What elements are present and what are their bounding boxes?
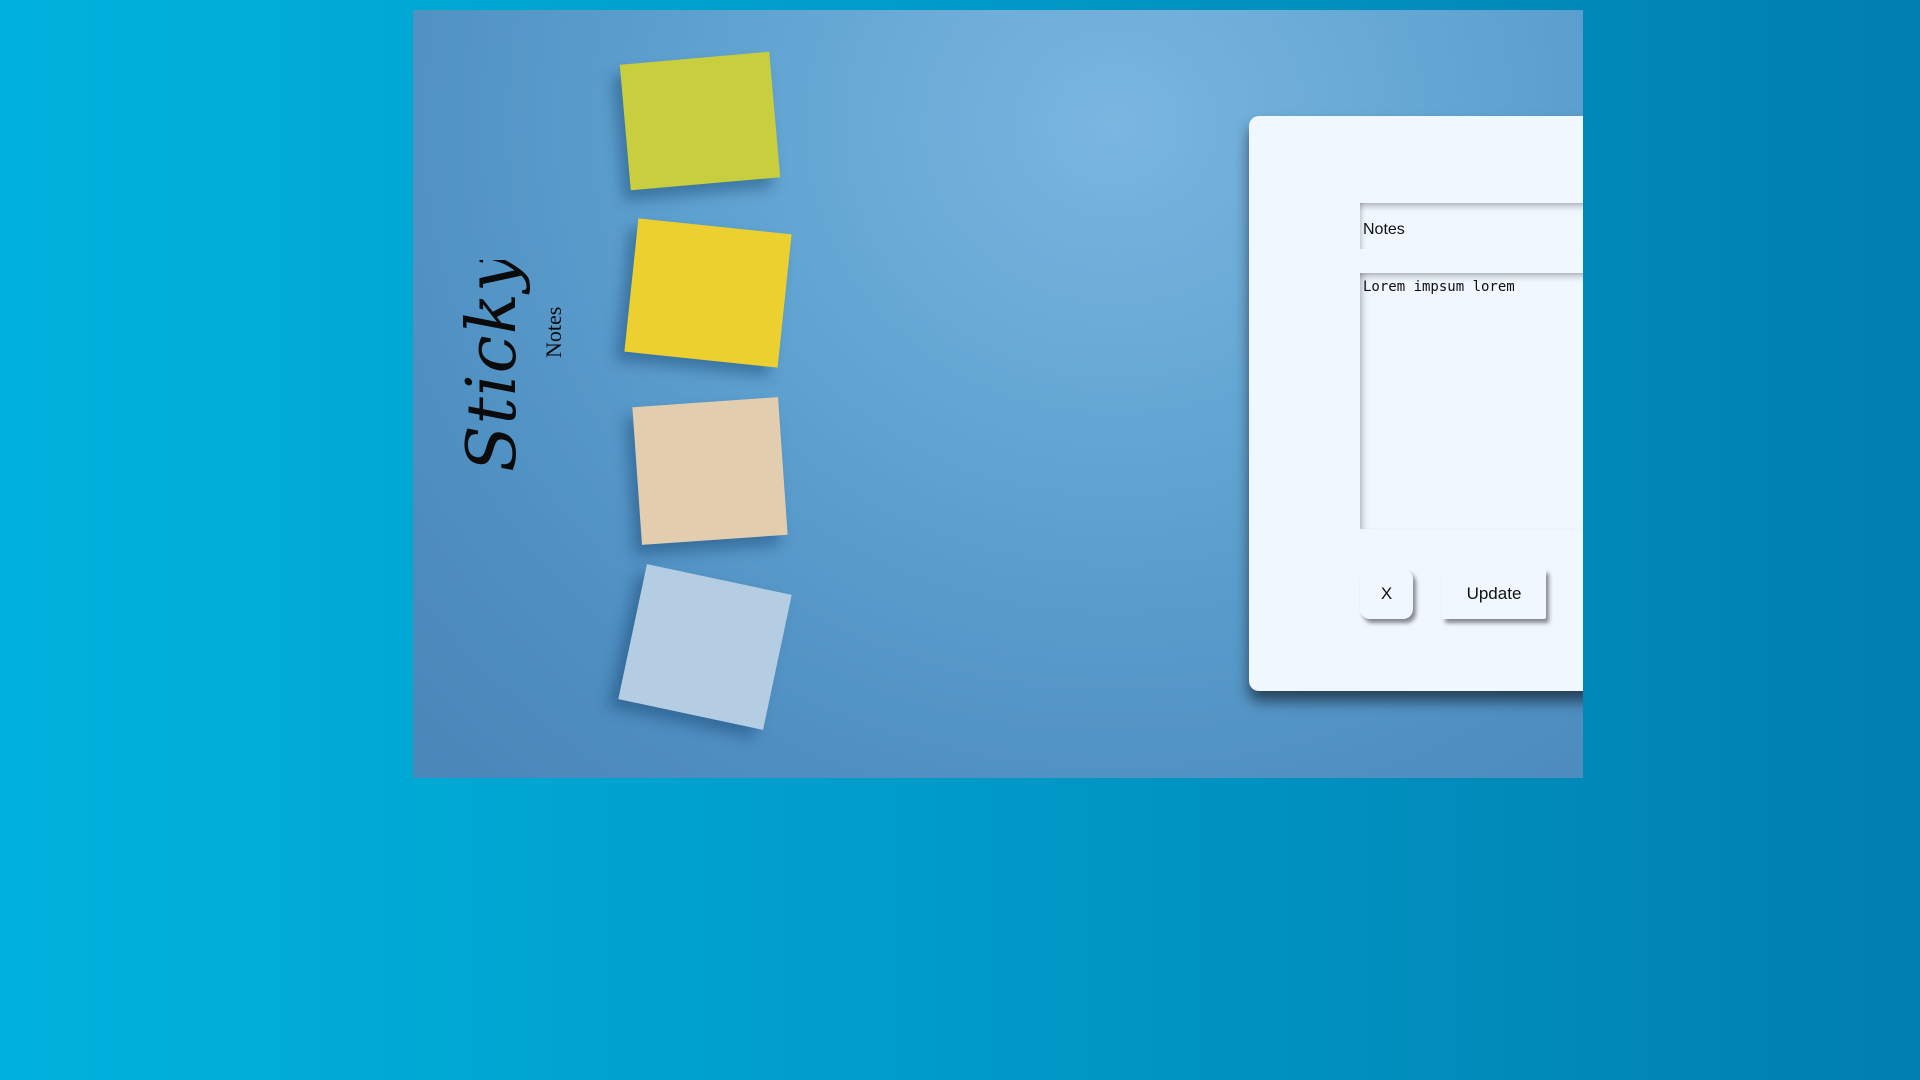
logo-notes-word: Notes: [541, 307, 566, 358]
sticky-note-beige: [632, 397, 788, 545]
hero-banner: Sticky Notes Lorem impsum lorem X Update: [413, 10, 1583, 778]
note-title-input[interactable]: [1360, 203, 1583, 249]
svg-text:Notes: Notes: [541, 307, 566, 358]
logo-sticky-word: Sticky: [453, 260, 532, 472]
svg-text:Sticky: Sticky: [453, 260, 532, 472]
sticky-note-blue: [618, 564, 792, 730]
close-button[interactable]: X: [1360, 569, 1413, 619]
sticky-note-yellow: [624, 218, 792, 368]
edit-note-card: Lorem impsum lorem X Update: [1249, 116, 1583, 691]
sticky-notes-logo: Sticky Notes: [443, 260, 583, 480]
update-button[interactable]: Update: [1442, 569, 1546, 619]
sticky-note-lime: [619, 51, 781, 191]
note-body-textarea[interactable]: Lorem impsum lorem: [1360, 273, 1583, 529]
